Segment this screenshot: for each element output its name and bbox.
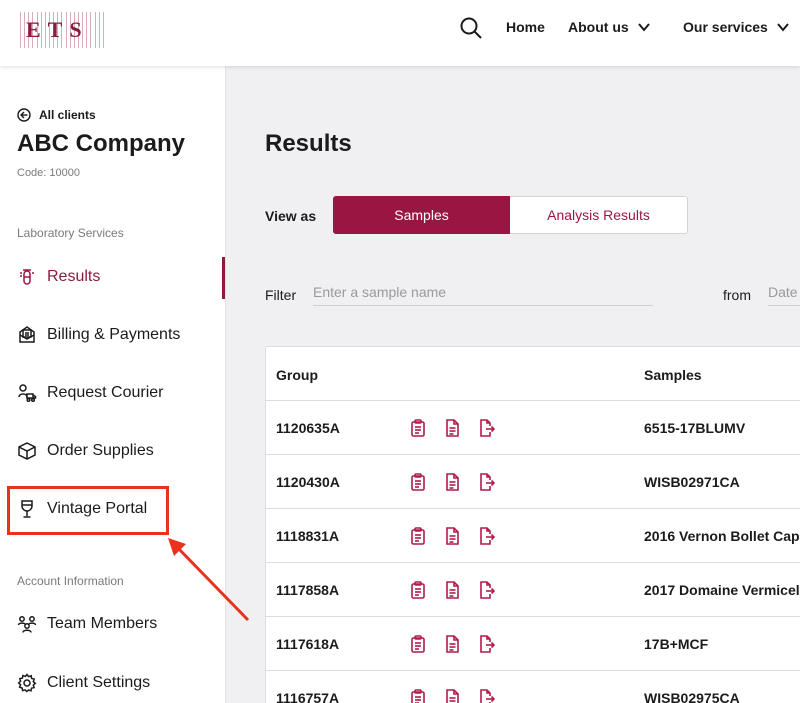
client-name: ABC Company [17, 130, 186, 157]
back-arrow-icon [17, 108, 31, 122]
export-file-icon[interactable] [479, 527, 496, 545]
all-clients-link[interactable]: All clients [17, 108, 96, 122]
document-icon[interactable] [444, 689, 460, 703]
sidebar-item-request-courier[interactable]: Request Courier [17, 383, 164, 403]
group-id[interactable]: 1118831A [276, 528, 339, 544]
nav-our-services[interactable]: Our services [683, 19, 790, 35]
table-header: Group Samples [266, 347, 800, 401]
courier-icon [18, 384, 37, 403]
sidebar-item-billing-payments-label: Billing & Payments [47, 326, 181, 343]
sidebar-item-team-members[interactable]: Team Members [17, 614, 157, 634]
chevron-down-icon [777, 23, 789, 32]
all-clients-label: All clients [39, 108, 96, 122]
document-icon[interactable] [444, 473, 460, 491]
clipboard-report-icon[interactable] [410, 689, 426, 703]
sidebar-item-team-members-label: Team Members [47, 615, 158, 632]
export-file-icon[interactable] [479, 419, 496, 437]
table-row[interactable]: 1118831A 2016 Vernon Bollet Cap [266, 509, 800, 563]
account-information-heading: Account Information [17, 574, 124, 588]
from-label: from [723, 287, 751, 303]
export-file-icon[interactable] [479, 581, 496, 599]
laboratory-services-heading: Laboratory Services [17, 226, 124, 240]
table-row[interactable]: 1120430A WISB02971CA [266, 455, 800, 509]
export-file-icon[interactable] [479, 635, 496, 653]
nav-home-label: Home [506, 19, 545, 35]
clipboard-report-icon[interactable] [410, 527, 426, 545]
document-icon[interactable] [444, 419, 460, 437]
clipboard-report-icon[interactable] [410, 419, 426, 437]
test-tube-icon [20, 269, 34, 285]
column-header-samples[interactable]: Samples [644, 367, 702, 383]
filter-label: Filter [265, 287, 297, 303]
top-navigation-bar: ETS Home About us Our services [0, 0, 800, 66]
document-icon[interactable] [444, 527, 460, 545]
nav-about-us-label: About us [568, 19, 629, 35]
ets-logo[interactable]: ETS [20, 12, 104, 48]
sample-name[interactable]: 17B+MCF [644, 636, 708, 652]
clipboard-report-icon[interactable] [410, 635, 426, 653]
sample-name[interactable]: 2016 Vernon Bollet Cap [644, 528, 800, 544]
sample-filter-input[interactable] [313, 282, 653, 306]
document-icon[interactable] [444, 635, 460, 653]
view-samples-toggle[interactable]: Samples [333, 196, 510, 234]
view-as-label: View as [265, 208, 317, 224]
table-row[interactable]: 1117618A 17B+MCF [266, 617, 800, 671]
group-id[interactable]: 1120635A [276, 420, 340, 436]
sample-name[interactable]: 6515-17BLUMV [644, 420, 745, 436]
annotation-arrow [168, 538, 250, 622]
table-row[interactable]: 1117858A 2017 Domaine Vermicel [266, 563, 800, 617]
table-row[interactable]: 1116757A WISB02975CA [266, 671, 800, 703]
group-id[interactable]: 1117618A [276, 636, 339, 652]
invoice-icon [19, 326, 35, 343]
nav-our-services-label: Our services [683, 19, 768, 35]
sidebar-item-results-label: Results [47, 268, 101, 285]
search-icon[interactable] [459, 16, 483, 40]
column-header-group[interactable]: Group [276, 367, 318, 383]
table-row[interactable]: 1120635A 6515-17BLUMV [266, 401, 800, 455]
sidebar-item-billing-payments[interactable]: Billing & Payments [17, 325, 180, 345]
group-id[interactable]: 1117858A [276, 582, 339, 598]
vintage-portal-highlight [7, 486, 169, 535]
sidebar-item-order-supplies-label: Order Supplies [47, 442, 154, 459]
document-icon[interactable] [444, 581, 460, 599]
export-file-icon[interactable] [479, 473, 496, 491]
page-title: Results [265, 130, 352, 157]
sidebar-item-request-courier-label: Request Courier [47, 384, 164, 401]
sidebar-item-client-settings[interactable]: Client Settings [17, 673, 150, 693]
sidebar-item-order-supplies[interactable]: Order Supplies [17, 441, 154, 461]
sample-name[interactable]: WISB02971CA [644, 474, 740, 490]
group-id[interactable]: 1120430A [276, 474, 340, 490]
sample-name[interactable]: 2017 Domaine Vermicel [644, 582, 800, 598]
gear-icon [17, 673, 37, 693]
view-analysis-results-toggle[interactable]: Analysis Results [510, 196, 688, 234]
results-table: Group Samples 1120635A 6515-17BLUMV 112043… [265, 346, 800, 703]
client-code: Code: 10000 [17, 167, 80, 179]
export-file-icon[interactable] [479, 689, 496, 703]
sidebar-item-results[interactable]: Results [17, 267, 100, 287]
group-id[interactable]: 1116757A [276, 690, 339, 703]
sidebar-item-client-settings-label: Client Settings [47, 674, 151, 691]
logo-text: ETS [26, 17, 89, 42]
active-indicator [222, 257, 225, 299]
box-icon [18, 442, 36, 460]
nav-about-us[interactable]: About us [568, 19, 651, 35]
chevron-down-icon [637, 23, 650, 32]
clipboard-report-icon[interactable] [410, 581, 426, 599]
sample-name[interactable]: WISB02975CA [644, 690, 740, 703]
team-icon [17, 616, 37, 633]
nav-home[interactable]: Home [506, 19, 545, 35]
clipboard-report-icon[interactable] [410, 473, 426, 491]
from-date-input[interactable] [768, 282, 800, 306]
